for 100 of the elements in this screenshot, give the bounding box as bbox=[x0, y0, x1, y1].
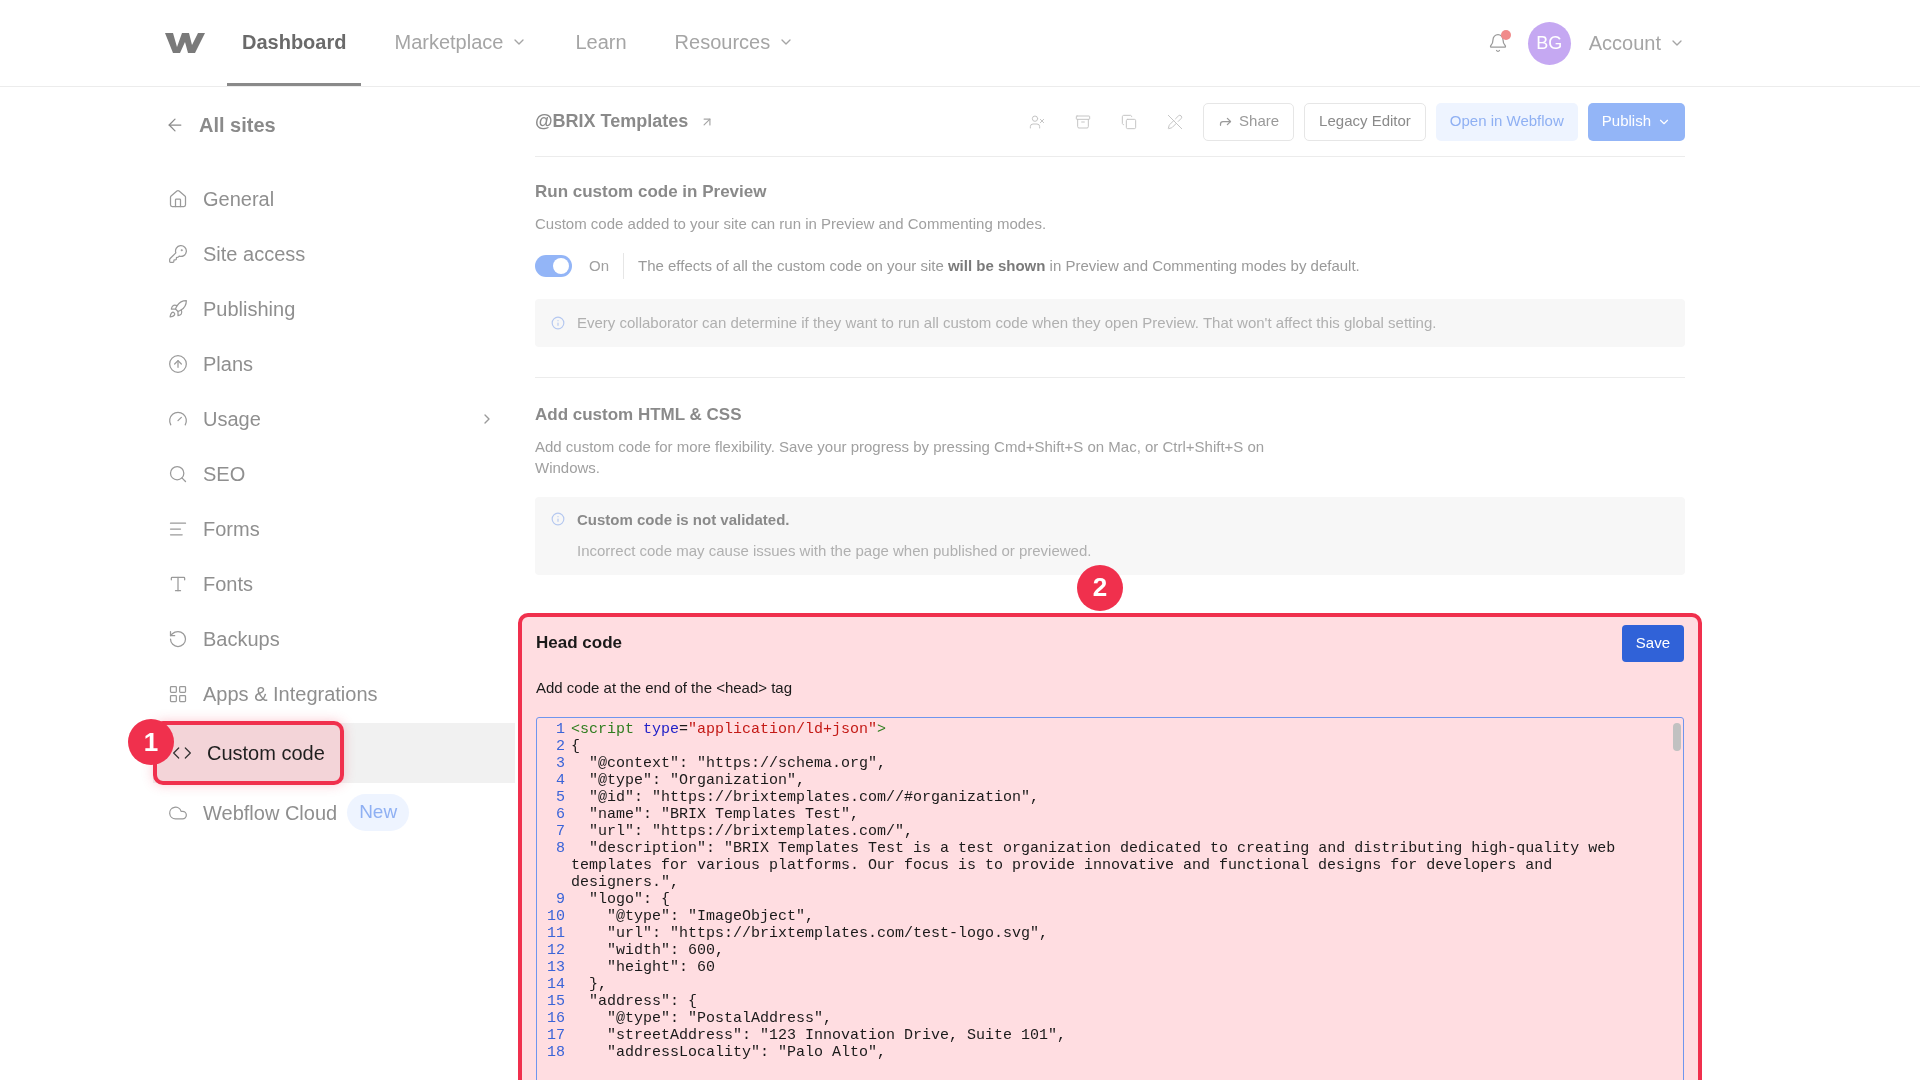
line-number: 16 bbox=[546, 1010, 566, 1027]
line-number: 4 bbox=[555, 772, 566, 789]
user-icon[interactable] bbox=[1029, 113, 1046, 130]
section-description: Custom code added to your site can run in Preview and Commenting modes. bbox=[535, 213, 1048, 234]
upgrade-icon bbox=[168, 353, 188, 374]
code-line: "addressLocality": "Palo Alto", bbox=[606, 1044, 888, 1061]
info-icon bbox=[551, 511, 565, 526]
sidebar-label: SEO bbox=[203, 461, 246, 487]
sidebar-label: Fonts bbox=[203, 571, 254, 597]
code-line: }, bbox=[588, 976, 609, 993]
back-link[interactable]: All sites bbox=[165, 107, 515, 143]
code-line: "@type": "PostalAddress", bbox=[606, 1010, 834, 1027]
panel-title: Head code bbox=[536, 632, 622, 655]
sidebar-item[interactable]: Apps & Integrations bbox=[168, 669, 515, 718]
sidebar-item[interactable]: Forms bbox=[168, 504, 515, 553]
sidebar-label: Custom code bbox=[207, 741, 325, 766]
line-number: 9 bbox=[555, 891, 566, 908]
copy-icon[interactable] bbox=[1121, 113, 1138, 130]
code-line: "streetAddress": "123 Innovation Drive, Suite 101", bbox=[606, 1027, 1068, 1044]
sidebar-item[interactable]: Webflow Cloud New bbox=[168, 788, 515, 837]
code-line: "url": "https://brixtemplates.com/", bbox=[588, 823, 915, 840]
line-number: 8 bbox=[555, 840, 566, 859]
info-text: Every collaborator can determine if they want to run all custom code when they open Preview. That won't affect this global setting. bbox=[577, 312, 1437, 333]
sidebar-item[interactable]: Site access bbox=[168, 229, 515, 278]
line-number: 17 bbox=[546, 1027, 566, 1044]
line-number: 11 bbox=[546, 925, 566, 942]
sidebar-item[interactable]: General bbox=[168, 174, 515, 223]
line-number: 3 bbox=[555, 755, 566, 772]
toggle-description: The effects of all the custom code on your site will be shown in Preview and Commenting modes by default. bbox=[638, 255, 1360, 276]
sidebar-item[interactable]: SEO bbox=[168, 449, 515, 498]
line-number: 6 bbox=[555, 806, 566, 823]
code-line: "address": { bbox=[588, 993, 699, 1010]
sidebar-label: Apps & Integrations bbox=[203, 681, 378, 707]
toggle-label: On bbox=[589, 255, 609, 276]
key-icon bbox=[168, 243, 188, 264]
toolbar-button[interactable]: Open in Webflow bbox=[1435, 102, 1578, 141]
search-icon bbox=[168, 463, 188, 484]
line-number: 10 bbox=[546, 908, 566, 925]
nav-tab[interactable]: Learn bbox=[560, 0, 642, 86]
code-line: { bbox=[571, 738, 581, 755]
save-button[interactable]: Save bbox=[1621, 624, 1684, 662]
sidebar-item[interactable]: Plans bbox=[168, 339, 515, 388]
info-icon bbox=[551, 316, 565, 330]
code-line: "logo": { bbox=[588, 891, 672, 908]
code-line: "@id": "https://brixtemplates.com//#organization", bbox=[588, 789, 1041, 806]
line-number: 15 bbox=[546, 993, 566, 1010]
publish-button[interactable]: Publish bbox=[1587, 102, 1685, 141]
rocket-icon bbox=[168, 298, 188, 319]
site-name: @BRIX Templates bbox=[535, 110, 689, 133]
grid-icon bbox=[168, 683, 188, 704]
info-title: Custom code is not validated. bbox=[577, 509, 791, 530]
code-line: "@type": "ImageObject", bbox=[606, 908, 816, 925]
section-title: Run custom code in Preview bbox=[535, 181, 768, 203]
code-line: <script type="application/ld+json"> bbox=[571, 721, 888, 738]
new-badge: New bbox=[347, 794, 410, 831]
code-editor[interactable] bbox=[536, 717, 1684, 1080]
line-number: 12 bbox=[546, 942, 566, 959]
sidebar-item[interactable]: Fonts bbox=[168, 559, 515, 608]
logo-icon bbox=[165, 31, 205, 55]
info-text: Incorrect code may cause issues with the page when published or previewed. bbox=[577, 541, 1092, 561]
home-icon bbox=[168, 188, 188, 209]
archive-icon[interactable] bbox=[1075, 113, 1092, 130]
restore-icon bbox=[168, 628, 188, 649]
toolbar-button[interactable]: Share bbox=[1203, 102, 1295, 141]
code-line: "name": "BRIX Templates Test", bbox=[588, 806, 861, 823]
line-number: 13 bbox=[546, 959, 566, 976]
sidebar-label: General bbox=[203, 186, 275, 212]
account-menu[interactable]: Account bbox=[1588, 28, 1685, 58]
line-number: 2 bbox=[555, 738, 566, 755]
sidebar-item[interactable]: Publishing bbox=[168, 284, 515, 333]
sidebar-label: Backups bbox=[203, 626, 280, 652]
sidebar-label: Site access bbox=[203, 241, 306, 267]
code-line: "@type": "Organization", bbox=[588, 772, 807, 789]
panel-hint: Add code at the end of the <head> tag bbox=[536, 677, 794, 698]
section-description: Add custom code for more flexibility. Save your progress by pressing Cmd+Shift+S on Mac, or Ctrl+Shift+S on Windows. bbox=[535, 436, 1266, 478]
sidebar-label: Webflow Cloud bbox=[203, 800, 338, 826]
toolbar-button[interactable]: Legacy Editor bbox=[1304, 102, 1426, 141]
line-number: 5 bbox=[555, 789, 566, 806]
pen-off-icon[interactable] bbox=[1167, 113, 1184, 130]
code-line: "width": 600, bbox=[606, 942, 726, 959]
sidebar-label: Plans bbox=[203, 351, 254, 377]
sidebar-item[interactable]: Backups bbox=[168, 614, 515, 663]
avatar[interactable]: BG bbox=[1527, 21, 1571, 65]
line-number: 14 bbox=[546, 976, 566, 993]
nav-tab[interactable]: Resources bbox=[659, 0, 810, 86]
sidebar-label: Usage bbox=[203, 406, 261, 432]
sidebar-item[interactable]: Usage bbox=[168, 394, 515, 443]
line-number: 18 bbox=[546, 1044, 566, 1061]
nav-tab[interactable]: Dashboard bbox=[227, 0, 362, 86]
toggle-switch[interactable] bbox=[535, 255, 572, 277]
code-line: "description": "BRIX Templates Test is a test organization dedicated to creating and distributing high-quality web templates for various platforms. Our focus is to provide innovative and functional designs for developers and designers.", bbox=[571, 840, 1617, 891]
step-badge: 1 bbox=[128, 719, 174, 765]
section-title: Add custom HTML & CSS bbox=[535, 404, 743, 426]
sidebar-label: Forms bbox=[203, 516, 260, 542]
sidebar-label: Publishing bbox=[203, 296, 296, 322]
nav-tab[interactable]: Marketplace bbox=[379, 0, 543, 86]
line-number: 1 bbox=[555, 721, 566, 738]
code-line: "url": "https://brixtemplates.com/test-logo.svg", bbox=[606, 925, 1050, 942]
code-line: "height": 60 bbox=[606, 959, 717, 976]
code-line: "@context": "https://schema.org", bbox=[588, 755, 888, 772]
